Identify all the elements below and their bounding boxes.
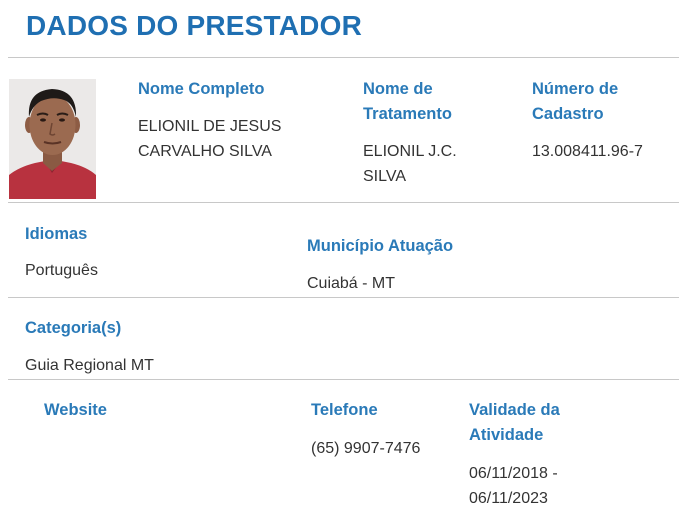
municipality-value: Cuiabá - MT [307, 275, 396, 292]
phone-value: (65) 9907-7476 [311, 440, 421, 457]
divider [8, 202, 679, 203]
full-name-line-2: CARVALHO SILVA [138, 143, 272, 160]
categories-value: Guia Regional MT [25, 357, 154, 374]
treatment-line-2: SILVA [363, 168, 406, 185]
full-name-value: ELIONIL DE JESUS CARVALHO SILVA [138, 114, 281, 164]
divider [8, 297, 679, 298]
languages-value: Português [25, 262, 98, 279]
divider [8, 57, 679, 58]
validity-value: 06/11/2018 - 06/11/2023 [469, 461, 558, 511]
treatment-label-line-2: Tratamento [363, 105, 452, 123]
validity-label-line-1: Validade da [469, 401, 560, 419]
registration-label-line-2: Cadastro [532, 105, 604, 123]
treatment-name-value: ELIONIL J.C. SILVA [363, 139, 457, 189]
provider-photo [9, 79, 96, 199]
registration-label-line-1: Número de [532, 80, 619, 98]
full-name-label: Nome Completo [138, 80, 265, 98]
validity-line-1: 06/11/2018 - [469, 465, 558, 482]
registration-number-label: Número de Cadastro [532, 77, 618, 127]
page-title: DADOS DO PRESTADOR [26, 10, 362, 41]
municipality-label: Município Atuação [307, 237, 454, 255]
divider [8, 379, 679, 380]
treatment-line-1: ELIONIL J.C. [363, 143, 457, 160]
validity-label-line-2: Atividade [469, 426, 544, 444]
treatment-name-label: Nome de Tratamento [363, 77, 452, 127]
website-label: Website [44, 401, 107, 419]
categories-label: Categoria(s) [25, 319, 122, 337]
phone-label: Telefone [311, 401, 378, 419]
treatment-label-line-1: Nome de [363, 80, 433, 98]
full-name-line-1: ELIONIL DE JESUS [138, 118, 282, 135]
person-photo-icon [9, 79, 96, 199]
validity-label: Validade da Atividade [469, 398, 560, 448]
languages-label: Idiomas [25, 225, 88, 243]
validity-line-2: 06/11/2023 [469, 490, 548, 507]
registration-number-value: 13.008411.96-7 [532, 143, 643, 160]
